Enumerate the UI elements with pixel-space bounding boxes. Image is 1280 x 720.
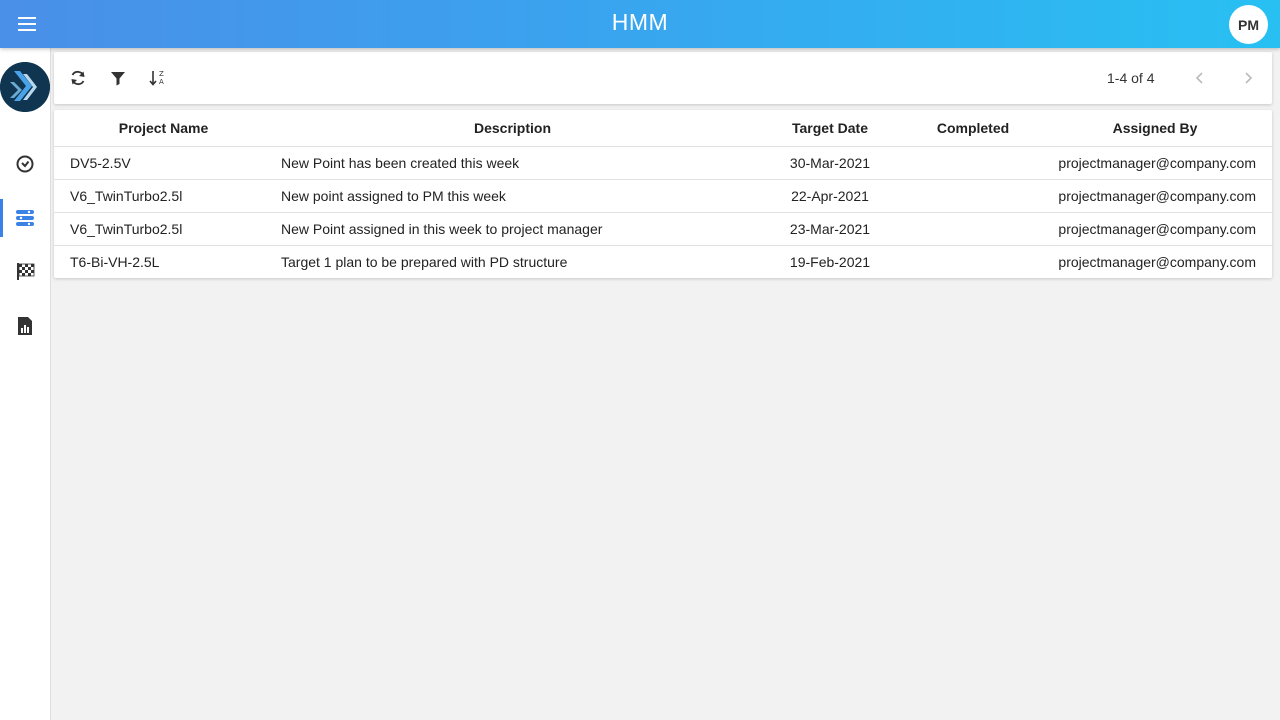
nav-item-points-list[interactable] xyxy=(0,199,50,237)
app-title: HMM xyxy=(611,9,669,35)
cell-completed xyxy=(908,245,1038,278)
cell-completed xyxy=(908,212,1038,246)
pagination-summary: 1-4 of 4 xyxy=(1107,70,1155,86)
report-chart-icon xyxy=(18,317,32,335)
cell-completed xyxy=(908,179,1038,213)
cell-description: New Point has been created this week xyxy=(273,146,752,180)
cell-description: New point assigned to PM this week xyxy=(273,179,752,213)
grid-toolbar: Z A 1-4 of 4 xyxy=(54,52,1272,104)
refresh-button[interactable] xyxy=(64,64,92,92)
nav-item-milestones[interactable] xyxy=(0,252,50,290)
cell-target-date: 23-Mar-2021 xyxy=(752,212,908,246)
svg-text:A: A xyxy=(159,78,164,86)
cell-target-date: 22-Apr-2021 xyxy=(752,179,908,213)
checkered-flag-icon xyxy=(17,263,35,280)
cell-assigned-by: projectmanager@company.com xyxy=(1038,212,1272,246)
nav-item-reports[interactable] xyxy=(0,307,50,345)
points-table: Project Name Description Target Date Com… xyxy=(54,110,1272,278)
filter-button[interactable] xyxy=(104,64,132,92)
sort-button[interactable]: Z A xyxy=(144,64,172,92)
cell-project-name: V6_TwinTurbo2.5l xyxy=(54,212,273,246)
chevron-left-icon xyxy=(1195,72,1203,84)
list-icon xyxy=(16,210,34,226)
cell-assigned-by: projectmanager@company.com xyxy=(1038,146,1272,180)
company-logo[interactable] xyxy=(0,62,50,112)
sidebar xyxy=(0,48,51,720)
clock-icon xyxy=(16,155,34,173)
table-header-row: Project Name Description Target Date Com… xyxy=(54,110,1272,147)
next-page-button[interactable] xyxy=(1235,65,1261,91)
cell-assigned-by: projectmanager@company.com xyxy=(1038,179,1272,213)
refresh-icon xyxy=(71,70,85,86)
nav-item-timeline[interactable] xyxy=(0,145,50,183)
chevron-right-icon xyxy=(1245,72,1253,84)
points-grid: Project Name Description Target Date Com… xyxy=(54,110,1272,278)
cell-description: Target 1 plan to be prepared with PD str… xyxy=(281,253,568,270)
column-header-completed[interactable]: Completed xyxy=(908,110,1038,147)
table-row[interactable]: T6-Bi-VH-2.5L Target 1 plan to be prepar… xyxy=(54,245,1272,278)
table-row[interactable]: DV5-2.5V New Point has been created this… xyxy=(54,146,1272,180)
column-header-assigned-by[interactable]: Assigned By xyxy=(1038,110,1272,147)
table-row[interactable]: V6_TwinTurbo2.5l New Point assigned in t… xyxy=(54,212,1272,246)
cell-target-date: 30-Mar-2021 xyxy=(752,146,908,180)
cell-completed xyxy=(908,146,1038,180)
table-row[interactable]: V6_TwinTurbo2.5l New point assigned to P… xyxy=(54,179,1272,213)
column-header-project-name[interactable]: Project Name xyxy=(54,110,273,147)
filter-icon xyxy=(111,72,125,86)
top-app-bar: HMM PM xyxy=(0,0,1280,48)
column-header-target-date[interactable]: Target Date xyxy=(752,110,908,147)
cell-assigned-by: projectmanager@company.com xyxy=(1058,253,1256,270)
cell-project-name: DV5-2.5V xyxy=(54,146,273,180)
cell-project-name: T6-Bi-VH-2.5L xyxy=(70,253,160,270)
cell-project-name: V6_TwinTurbo2.5l xyxy=(54,179,273,213)
column-header-description[interactable]: Description xyxy=(273,110,752,147)
cell-target-date: 19-Feb-2021 xyxy=(789,253,871,270)
svg-text:Z: Z xyxy=(159,70,164,78)
cell-description: New Point assigned in this week to proje… xyxy=(273,212,752,246)
user-avatar[interactable]: PM xyxy=(1229,5,1268,44)
previous-page-button[interactable] xyxy=(1187,65,1213,91)
sort-icon: Z A xyxy=(149,70,164,86)
